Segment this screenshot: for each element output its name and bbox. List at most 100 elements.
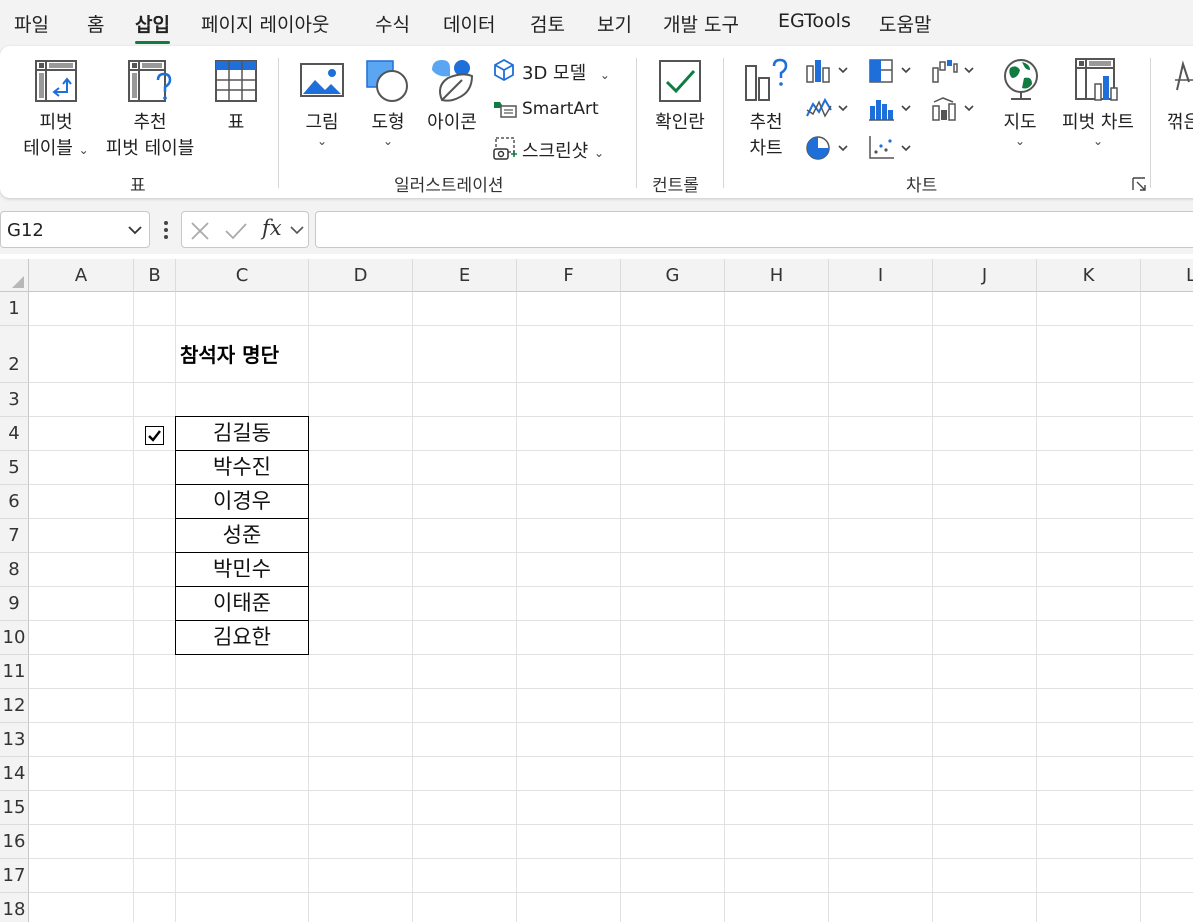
pivot-table-button[interactable]: 피벗 테이블 ⌄ xyxy=(20,108,92,160)
row-header-5[interactable]: 5 xyxy=(0,451,29,485)
row-header-11[interactable]: 11 xyxy=(0,655,29,689)
row-header-17[interactable]: 17 xyxy=(0,859,29,893)
row-header-2[interactable]: 2 xyxy=(0,326,29,383)
shapes-button[interactable]: 도형 ⌄ xyxy=(364,108,412,148)
grid-line xyxy=(29,325,1193,326)
name-cell-c7[interactable]: 성준 xyxy=(175,518,309,553)
chevron-down-icon: ⌄ xyxy=(599,68,610,82)
screenshot-icon xyxy=(492,136,518,166)
formula-input[interactable] xyxy=(315,211,1193,248)
enter-check-icon[interactable] xyxy=(224,221,248,241)
row-header-18[interactable]: 18 xyxy=(0,893,29,922)
row-header-16[interactable]: 16 xyxy=(0,825,29,859)
smartart-button[interactable]: SmartArt xyxy=(522,99,599,119)
name-cell-c5[interactable]: 박수진 xyxy=(175,450,309,485)
row-header-8[interactable]: 8 xyxy=(0,553,29,587)
row-header-12[interactable]: 12 xyxy=(0,689,29,723)
more-options-icon[interactable] xyxy=(162,219,170,245)
grid-line xyxy=(516,292,517,922)
row-header-6[interactable]: 6 xyxy=(0,485,29,519)
column-header-b[interactable]: B xyxy=(134,259,176,292)
tab-home[interactable]: 홈 xyxy=(87,10,104,37)
recommended-pivot-button[interactable]: 추천 피벗 테이블 xyxy=(100,108,200,160)
row-header-9[interactable]: 9 xyxy=(0,587,29,621)
row-header-15[interactable]: 15 xyxy=(0,791,29,825)
combo-chart-icon[interactable] xyxy=(931,96,979,126)
grid-line xyxy=(29,688,1193,689)
name-cell-c6[interactable]: 이경우 xyxy=(175,484,309,519)
shapes-icon xyxy=(364,58,412,108)
chevron-down-icon: ⌄ xyxy=(382,134,394,148)
insert-checkbox-button[interactable]: 확인란 xyxy=(648,108,712,134)
cancel-icon[interactable] xyxy=(190,221,210,241)
cell-checkbox[interactable] xyxy=(145,426,164,445)
waterfall-chart-icon[interactable] xyxy=(931,58,979,88)
row-header-4[interactable]: 4 xyxy=(0,417,29,451)
maps-button[interactable]: 지도 ⌄ xyxy=(996,108,1044,148)
column-header-g[interactable]: G xyxy=(621,259,725,292)
group-separator xyxy=(1150,58,1151,188)
column-header-d[interactable]: D xyxy=(309,259,413,292)
sparkline-line-icon xyxy=(1175,60,1193,104)
tab-file[interactable]: 파일 xyxy=(14,10,49,37)
chevron-down-icon[interactable] xyxy=(127,224,143,236)
chevron-down-icon: ⌄ xyxy=(316,134,328,148)
row-header-10[interactable]: 10 xyxy=(0,621,29,655)
tab-page-layout[interactable]: 페이지 레이아웃 xyxy=(201,10,329,37)
name-cell-c8[interactable]: 박민수 xyxy=(175,552,309,587)
hierarchy-chart-icon[interactable] xyxy=(868,58,916,88)
column-header-i[interactable]: I xyxy=(829,259,933,292)
pie-chart-icon[interactable] xyxy=(805,134,853,166)
row-header-1[interactable]: 1 xyxy=(0,292,29,326)
group-separator xyxy=(278,58,279,188)
column-header-k[interactable]: K xyxy=(1037,259,1141,292)
column-header-h[interactable]: H xyxy=(725,259,829,292)
column-header-c[interactable]: C xyxy=(176,259,309,292)
name-cell-c4[interactable]: 김길동 xyxy=(175,416,309,451)
picture-button[interactable]: 그림 ⌄ xyxy=(298,108,346,148)
tab-help[interactable]: 도움말 xyxy=(879,10,931,37)
name-cell-c9[interactable]: 이태준 xyxy=(175,586,309,621)
column-header-l[interactable]: L xyxy=(1141,259,1193,292)
attendee-list-title[interactable]: 참석자 명단 xyxy=(180,339,279,368)
dialog-launcher-icon[interactable] xyxy=(1132,176,1146,195)
column-header-e[interactable]: E xyxy=(413,259,517,292)
tab-developer[interactable]: 개발 도구 xyxy=(663,10,739,37)
grid-line xyxy=(932,292,933,922)
row-header-13[interactable]: 13 xyxy=(0,723,29,757)
chevron-down-icon[interactable] xyxy=(290,225,304,235)
group-label-controls: 컨트롤 xyxy=(652,176,699,196)
insert-function-icon[interactable]: fx xyxy=(262,216,282,240)
row-header-3[interactable]: 3 xyxy=(0,383,29,417)
column-chart-icon[interactable] xyxy=(805,58,853,88)
pivot-chart-button[interactable]: 피벗 차트 ⌄ xyxy=(1054,108,1142,148)
scatter-chart-icon[interactable] xyxy=(868,134,916,166)
row-header-14[interactable]: 14 xyxy=(0,757,29,791)
column-header-a[interactable]: A xyxy=(29,259,134,292)
column-header-f[interactable]: F xyxy=(517,259,621,292)
column-header-j[interactable]: J xyxy=(933,259,1037,292)
icons-button[interactable]: 아이콘 xyxy=(424,108,480,134)
tab-egtools[interactable]: EGTools xyxy=(778,10,851,32)
tab-view[interactable]: 보기 xyxy=(597,10,632,37)
sparkline-line-button[interactable]: 꺾은 xyxy=(1167,108,1193,134)
3d-model-button[interactable]: 3D 모델 ⌄ xyxy=(522,59,610,85)
screenshot-button[interactable]: 스크린샷 ⌄ xyxy=(522,137,604,163)
select-all-corner[interactable] xyxy=(0,259,29,292)
tab-formulas[interactable]: 수식 xyxy=(375,10,410,37)
recommended-charts-button[interactable]: 추천 차트 xyxy=(740,108,792,160)
table-button[interactable]: 표 xyxy=(216,108,256,134)
row-header-7[interactable]: 7 xyxy=(0,519,29,553)
chevron-down-icon: ⌄ xyxy=(1014,134,1026,148)
grid-line xyxy=(1140,292,1141,922)
name-box[interactable]: G12 xyxy=(0,211,150,248)
recommended-pivot-icon xyxy=(126,58,176,108)
tab-review[interactable]: 검토 xyxy=(530,10,565,37)
checkmark-icon xyxy=(148,430,161,442)
name-cell-c10[interactable]: 김요한 xyxy=(175,620,309,655)
line-chart-icon[interactable] xyxy=(805,96,853,126)
statistic-chart-icon[interactable] xyxy=(868,96,916,126)
tab-insert[interactable]: 삽입 xyxy=(135,10,170,44)
tab-data[interactable]: 데이터 xyxy=(443,10,495,37)
globe-map-icon xyxy=(1000,56,1042,108)
